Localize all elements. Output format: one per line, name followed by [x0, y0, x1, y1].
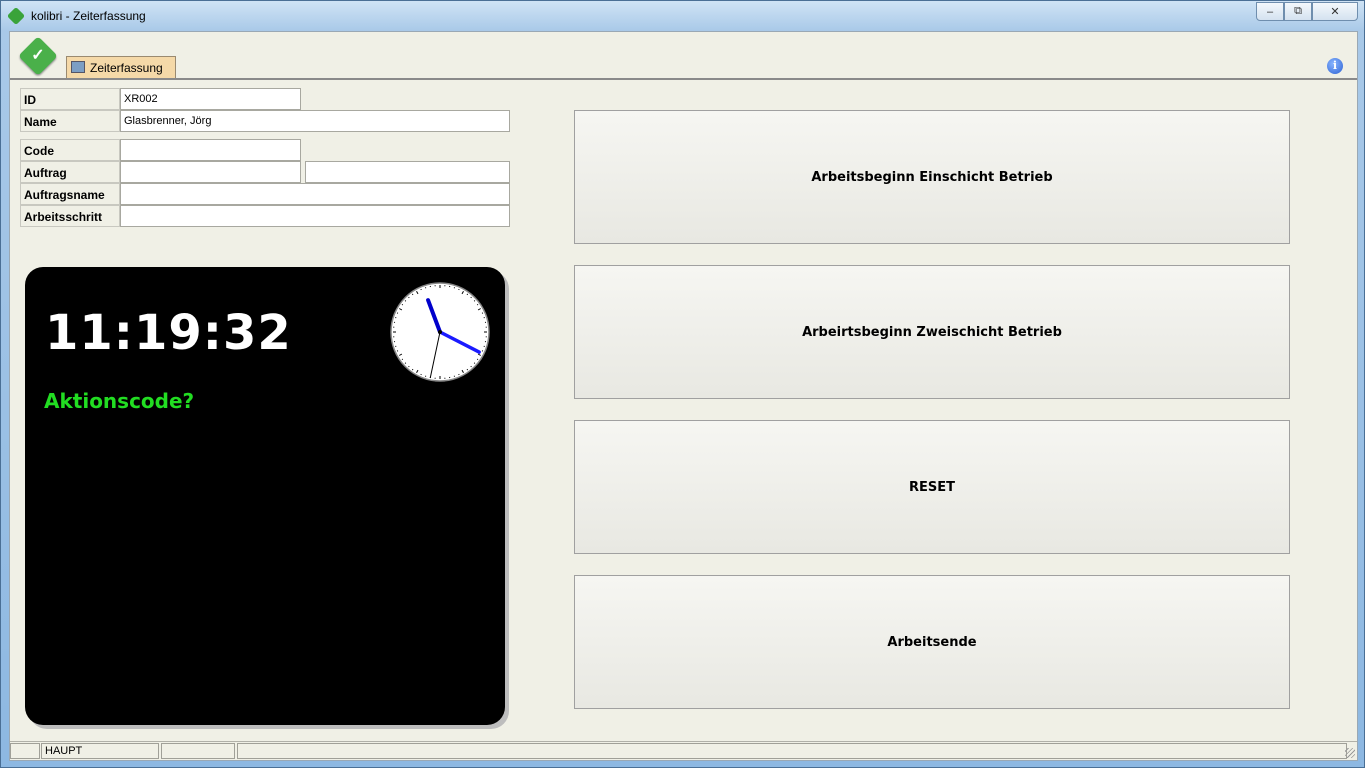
- auftrag-field-2[interactable]: [305, 161, 510, 183]
- clock-tick: [466, 368, 469, 371]
- status-panel-1: [10, 743, 40, 759]
- action-code-prompt: Aktionscode?: [44, 389, 195, 413]
- client-area: ✓ Zeiterfassung i ID XR002 Name Glasbren…: [9, 31, 1358, 761]
- reset-button[interactable]: RESET: [574, 420, 1290, 554]
- arbeitsschritt-label: Arbeitsschritt: [20, 205, 120, 227]
- resize-grip-icon[interactable]: [1345, 748, 1355, 758]
- clock-panel: 11:19:32 Aktionscode?: [25, 267, 505, 725]
- start-two-shift-button[interactable]: Arbeirtsbeginn Zweischicht Betrieb: [574, 265, 1290, 399]
- auftragsname-label: Auftragsname: [20, 183, 120, 205]
- clock-tick: [466, 293, 469, 296]
- minimize-button[interactable]: –: [1256, 2, 1284, 21]
- kolibri-logo-icon[interactable]: ✓: [18, 36, 58, 76]
- arbeitsschritt-field[interactable]: [120, 205, 510, 227]
- status-panel-mode: HAUPT: [41, 743, 159, 759]
- tab-zeiterfassung[interactable]: Zeiterfassung: [66, 56, 176, 78]
- tab-label: Zeiterfassung: [90, 61, 163, 75]
- end-work-button[interactable]: Arbeitsende: [574, 575, 1290, 709]
- title-bar[interactable]: kolibri - Zeiterfassung – ⧉ ✕: [1, 1, 1364, 31]
- info-icon[interactable]: i: [1327, 58, 1343, 74]
- tab-icon: [71, 61, 85, 73]
- id-field[interactable]: XR002: [120, 88, 301, 110]
- clock-tick: [411, 293, 414, 296]
- auftragsname-field[interactable]: [120, 183, 510, 205]
- maximize-button[interactable]: ⧉: [1284, 2, 1312, 21]
- start-single-shift-button[interactable]: Arbeitsbeginn Einschicht Betrieb: [574, 110, 1290, 244]
- clock-center: [438, 330, 442, 334]
- clock-tick: [470, 365, 472, 368]
- app-window: kolibri - Zeiterfassung – ⧉ ✕ ✓ Zeiterfa…: [0, 0, 1365, 768]
- clock-tick: [476, 358, 479, 361]
- clock-tick: [401, 303, 404, 306]
- analog-clock: [390, 282, 490, 382]
- name-field[interactable]: Glasbrenner, Jörg: [120, 110, 510, 132]
- clock-tick: [408, 365, 410, 368]
- auftrag-field[interactable]: [120, 161, 301, 183]
- clock-tick: [408, 296, 410, 299]
- clock-tick: [473, 300, 476, 302]
- clock-tick: [476, 303, 479, 306]
- clock-tick: [404, 362, 407, 364]
- id-label: ID: [20, 88, 120, 110]
- status-bar: HAUPT: [10, 741, 1357, 760]
- toolbar: ✓ Zeiterfassung i: [10, 32, 1357, 80]
- clock-tick: [470, 296, 472, 299]
- code-label: Code: [20, 139, 120, 161]
- app-icon: [6, 6, 26, 26]
- status-panel-4: [237, 743, 1347, 759]
- clock-tick: [411, 368, 414, 371]
- code-field[interactable]: [120, 139, 301, 161]
- digital-clock: 11:19:32: [45, 305, 292, 361]
- name-label: Name: [20, 110, 120, 132]
- status-panel-3: [161, 743, 235, 759]
- close-button[interactable]: ✕: [1312, 2, 1358, 21]
- clock-tick: [404, 300, 407, 302]
- window-title: kolibri - Zeiterfassung: [31, 9, 146, 23]
- clock-tick: [401, 358, 404, 361]
- clock-tick: [473, 362, 476, 364]
- auftrag-label: Auftrag: [20, 161, 120, 183]
